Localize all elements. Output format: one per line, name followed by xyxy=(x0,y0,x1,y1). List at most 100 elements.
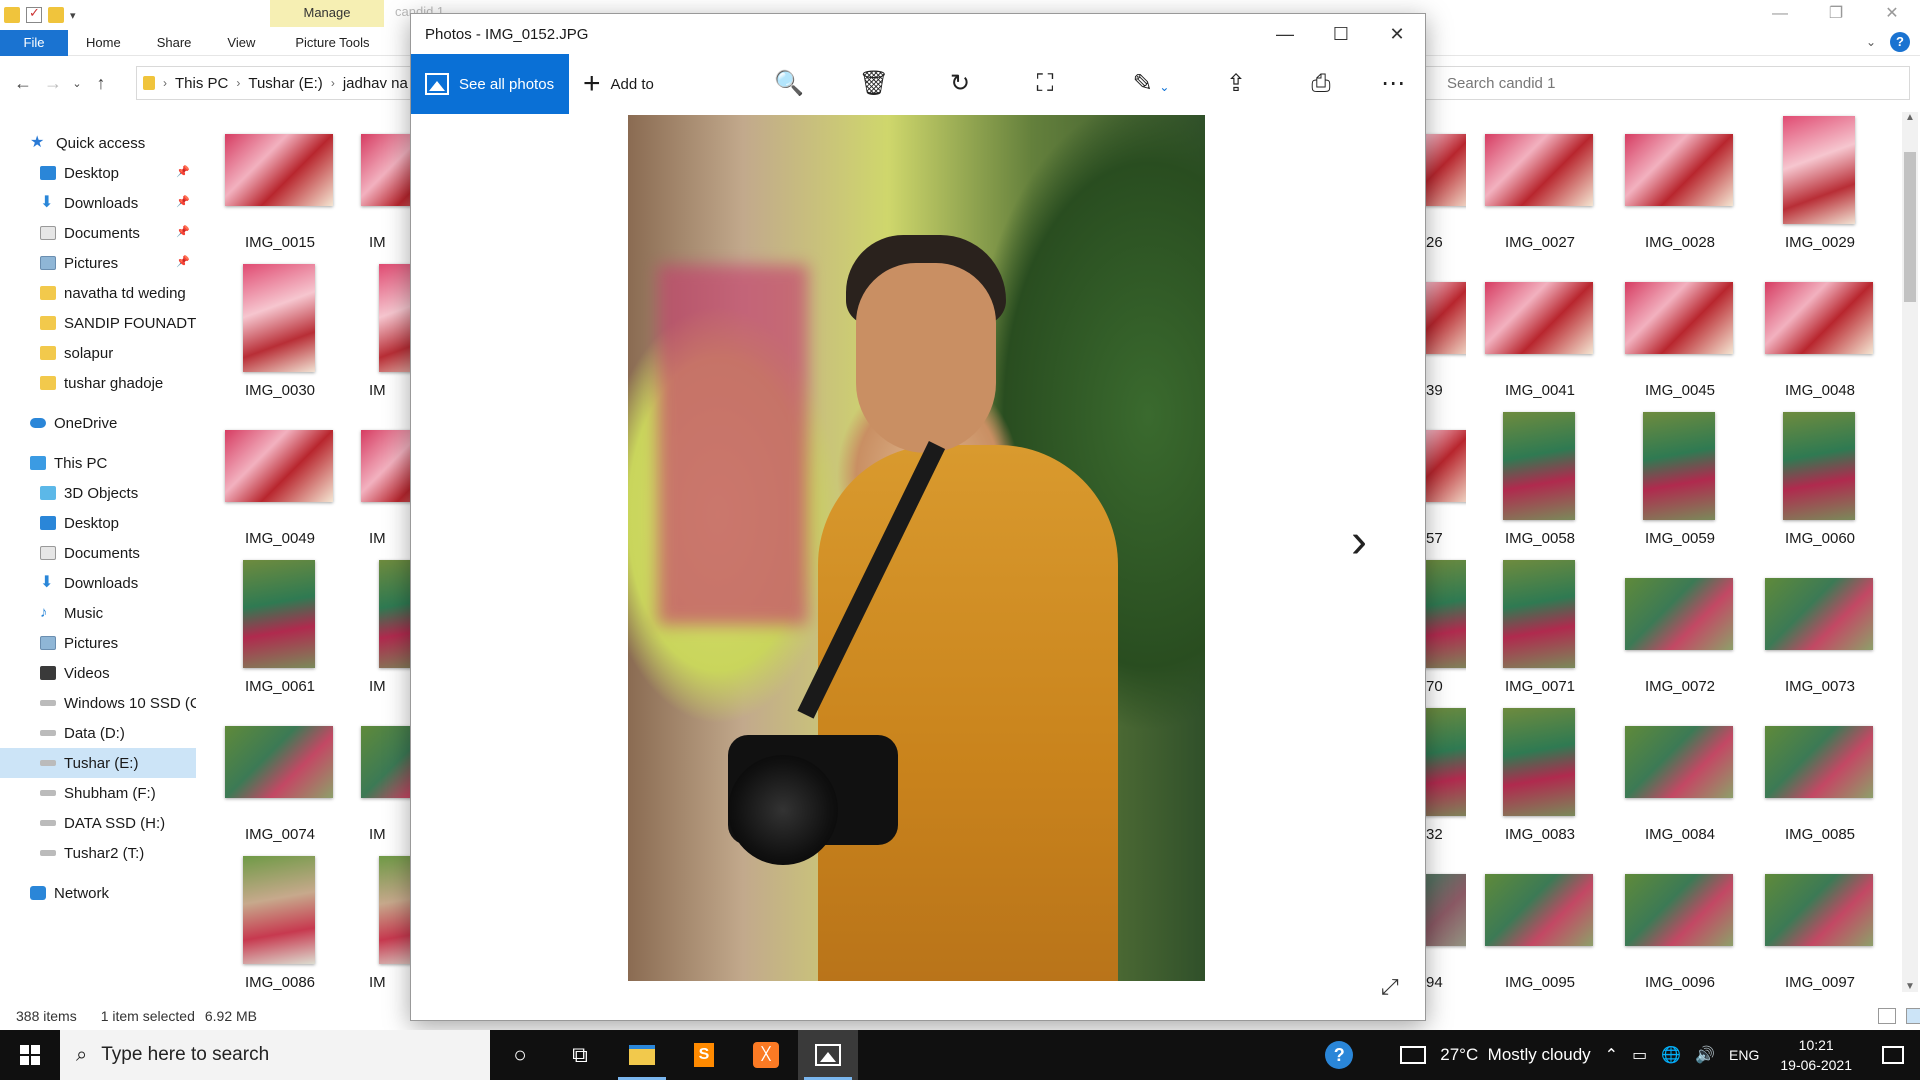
nav-drive-f[interactable]: Shubham (F:) xyxy=(0,778,196,808)
zoom-icon[interactable]: 🔍 xyxy=(769,66,809,102)
file-tile[interactable]: IMG_0015 xyxy=(215,112,345,256)
nav-drive-t[interactable]: Tushar2 (T:) xyxy=(0,838,196,868)
nav-3d-objects[interactable]: 3D Objects xyxy=(0,478,196,508)
file-tile-partial[interactable]: 70 xyxy=(1426,556,1466,700)
file-tile[interactable]: IMG_0073 xyxy=(1755,556,1885,700)
nav-music[interactable]: ♪ Music xyxy=(0,598,196,628)
nav-drive-e[interactable]: Tushar (E:) xyxy=(0,748,196,778)
nav-folder-navatha[interactable]: navatha td weding xyxy=(0,278,196,308)
get-help-icon[interactable]: ? xyxy=(1325,1041,1354,1069)
nav-onedrive[interactable]: OneDrive xyxy=(0,408,196,438)
close-icon[interactable]: ✕ xyxy=(1864,0,1920,30)
show-hidden-icons-icon[interactable]: ⌃ xyxy=(1605,1045,1618,1065)
file-tile[interactable]: IMG_0045 xyxy=(1615,260,1745,404)
nav-desktop[interactable]: Desktop 📌 xyxy=(0,158,196,188)
clock[interactable]: 10:21 19-06-2021 xyxy=(1780,1035,1852,1075)
nav-pc-pictures[interactable]: Pictures xyxy=(0,628,196,658)
nav-downloads[interactable]: ⬇ Downloads 📌 xyxy=(0,188,196,218)
nav-folder-solapur[interactable]: solapur xyxy=(0,338,196,368)
see-all-photos-button[interactable]: See all photos xyxy=(411,54,569,114)
file-tile[interactable]: IMG_0071 xyxy=(1475,556,1605,700)
manage-tab[interactable]: Manage xyxy=(270,0,384,27)
file-tile-partial[interactable]: IM xyxy=(355,704,415,848)
address-bar[interactable]: › This PC › Tushar (E:) › jadhav na xyxy=(136,66,416,100)
more-options-icon[interactable]: ⋯ xyxy=(1373,66,1413,102)
back-arrow-icon[interactable]: ← xyxy=(8,73,38,94)
file-tile-partial[interactable]: 39 xyxy=(1426,260,1466,404)
new-folder-icon[interactable] xyxy=(48,7,64,23)
weather-icon[interactable] xyxy=(1400,1046,1427,1064)
scrollbar-thumb[interactable] xyxy=(1904,152,1916,302)
file-tile[interactable]: IMG_0060 xyxy=(1755,408,1885,552)
breadcrumb-tushar-e[interactable]: Tushar (E:) xyxy=(248,75,322,92)
customize-toolbar-icon[interactable]: ▾ xyxy=(70,9,76,22)
nav-videos[interactable]: Videos xyxy=(0,658,196,688)
file-tile[interactable]: IMG_0074 xyxy=(215,704,345,848)
file-tile[interactable]: IMG_0041 xyxy=(1475,260,1605,404)
file-tile[interactable]: IMG_0029 xyxy=(1755,112,1885,256)
file-tile-partial[interactable]: 94 xyxy=(1426,852,1466,996)
edit-enhance-icon[interactable]: ✎ ⌄ xyxy=(1121,66,1181,102)
file-tile-partial[interactable]: 32 xyxy=(1426,704,1466,848)
taskbar-search-box[interactable]: ⌕ Type here to search xyxy=(60,1030,490,1080)
tab-home[interactable]: Home xyxy=(68,35,139,50)
breadcrumb-this-pc[interactable]: This PC xyxy=(175,75,228,92)
task-view-icon[interactable]: ⧉ xyxy=(550,1030,610,1080)
file-tile[interactable]: IMG_0096 xyxy=(1615,852,1745,996)
file-tile-partial[interactable]: IM xyxy=(355,852,415,996)
nav-folder-sandip[interactable]: SANDIP FOUNADTI( xyxy=(0,308,196,338)
file-tile-partial[interactable]: IM xyxy=(355,408,415,552)
notifications-icon[interactable] xyxy=(1882,1046,1904,1064)
expand-ribbon-icon[interactable]: ⌄ xyxy=(1866,35,1876,49)
file-tile[interactable]: IMG_0083 xyxy=(1475,704,1605,848)
scroll-down-icon[interactable]: ▼ xyxy=(1904,981,1916,992)
restore-icon[interactable]: ❐ xyxy=(1808,0,1864,30)
nav-pictures[interactable]: Pictures 📌 xyxy=(0,248,196,278)
cortana-icon[interactable]: ○ xyxy=(490,1030,550,1080)
start-button[interactable] xyxy=(0,1030,60,1080)
full-screen-icon[interactable]: ⤢ xyxy=(1381,974,1399,1000)
next-photo-arrow-icon[interactable]: › xyxy=(1351,514,1367,569)
minimize-icon[interactable]: — xyxy=(1257,14,1313,54)
recent-locations-icon[interactable]: ⌄ xyxy=(68,77,86,90)
minimize-icon[interactable]: — xyxy=(1752,0,1808,30)
nav-documents[interactable]: Documents 📌 xyxy=(0,218,196,248)
maximize-icon[interactable]: ☐ xyxy=(1313,14,1369,54)
file-tile[interactable]: IMG_0086 xyxy=(215,852,345,996)
properties-icon[interactable] xyxy=(26,5,42,23)
rotate-icon[interactable]: ↻ xyxy=(940,66,980,102)
breadcrumb-jadhav[interactable]: jadhav na xyxy=(343,75,408,92)
delete-icon[interactable]: 🗑 xyxy=(854,66,894,102)
nav-drive-h[interactable]: DATA SSD (H:) xyxy=(0,808,196,838)
nav-drive-c[interactable]: Windows 10 SSD (C xyxy=(0,688,196,718)
tab-view[interactable]: View xyxy=(209,35,273,50)
vertical-scrollbar[interactable]: ▲ ▼ xyxy=(1902,112,1918,992)
nav-pc-downloads[interactable]: ⬇ Downloads xyxy=(0,568,196,598)
chevron-down-icon[interactable]: ⌄ xyxy=(1159,80,1169,94)
help-icon[interactable]: ? xyxy=(1890,32,1910,52)
file-tile[interactable]: IMG_0048 xyxy=(1755,260,1885,404)
file-tile-partial[interactable]: IM xyxy=(355,260,415,404)
file-tile[interactable]: IMG_0061 xyxy=(215,556,345,700)
search-input[interactable]: Search candid 1 xyxy=(1420,66,1910,100)
file-tile-partial[interactable]: 26 xyxy=(1426,112,1466,256)
file-tile[interactable]: IMG_0095 xyxy=(1475,852,1605,996)
file-tile[interactable]: IMG_0059 xyxy=(1615,408,1745,552)
nav-drive-d[interactable]: Data (D:) xyxy=(0,718,196,748)
details-view-icon[interactable] xyxy=(1878,1008,1896,1024)
file-tile-partial[interactable]: IM xyxy=(355,112,415,256)
network-globe-icon[interactable]: 🌐 xyxy=(1661,1045,1681,1065)
tab-file[interactable]: File xyxy=(0,29,68,56)
add-to-button[interactable]: + Add to xyxy=(583,54,654,114)
file-tile-partial[interactable]: IM xyxy=(355,556,415,700)
file-tile[interactable]: IMG_0058 xyxy=(1475,408,1605,552)
nav-quick-access[interactable]: ★ Quick access xyxy=(0,128,196,158)
up-arrow-icon[interactable]: ↑ xyxy=(86,73,116,94)
scroll-up-icon[interactable]: ▲ xyxy=(1904,112,1916,123)
file-tile[interactable]: IMG_0072 xyxy=(1615,556,1745,700)
forward-arrow-icon[interactable]: → xyxy=(38,73,68,94)
tab-share[interactable]: Share xyxy=(139,35,210,50)
nav-folder-tushar[interactable]: tushar ghadoje xyxy=(0,368,196,398)
language-indicator[interactable]: ENG xyxy=(1729,1047,1759,1063)
file-tile[interactable]: IMG_0084 xyxy=(1615,704,1745,848)
